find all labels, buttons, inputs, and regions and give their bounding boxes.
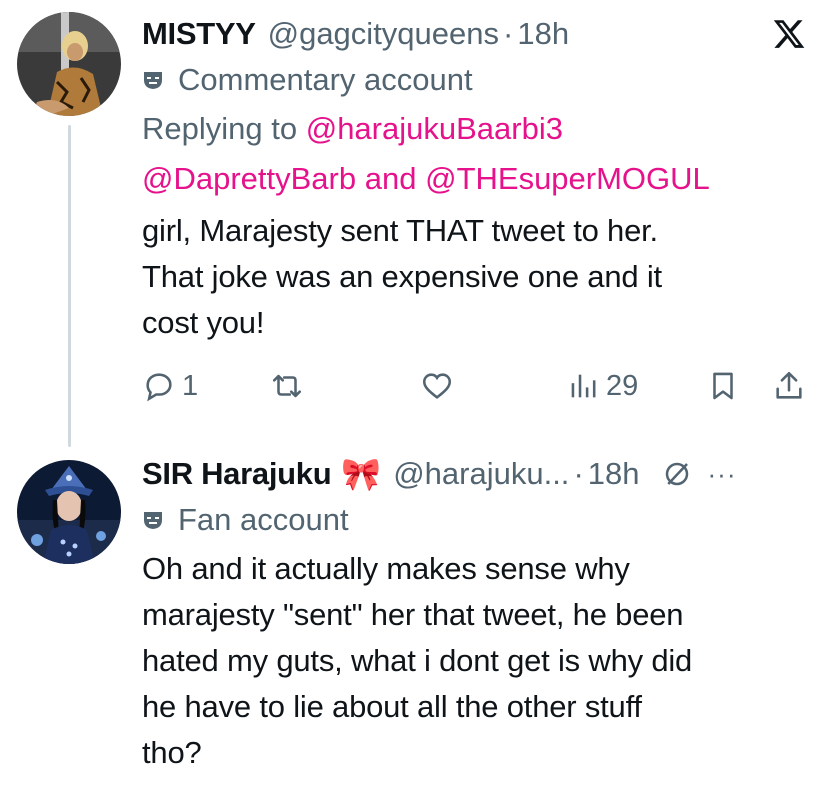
commentary-mask-icon [144,72,162,89]
avatar-mistyy[interactable] [17,12,121,116]
avatar-image [17,460,121,564]
tweet-text: girl, Marajesty sent THAT tweet to her. … [142,208,810,346]
account-label[interactable]: Fan account [142,498,810,542]
bookmark-icon [713,372,733,400]
tweet-mistyy[interactable]: MISTYY @gagcityqueens · 18h Commentary a… [142,12,810,402]
share-icon [776,371,802,399]
tweet-sir-harajuku[interactable]: SIR Harajuku 🎀 @harajuku... · 18h ··· Fa… [142,452,810,776]
tweet-text: Oh and it actually makes sense why maraj… [142,546,810,776]
like-button[interactable] [420,366,454,406]
user-handle[interactable]: @harajuku... [393,456,569,492]
mention-and[interactable]: and [365,161,417,196]
separator-dot: · [573,456,584,491]
views-button[interactable]: 29 [566,366,638,406]
thread-line [68,125,71,447]
account-label-text: Fan account [178,502,349,537]
tweet-text-line: girl, Marajesty sent THAT tweet to her. [142,213,658,248]
tweet-text-line: Oh and it actually makes sense why [142,551,630,586]
avatar-sir-harajuku[interactable] [17,460,121,564]
share-button[interactable] [772,366,806,406]
user-handle[interactable]: @gagcityqueens [268,16,499,52]
replying-to: Replying to @harajukuBaarbi3 @DaprettyBa… [142,104,810,204]
tweet-text-line: tho? [142,735,202,770]
timestamp[interactable]: 18h [517,16,569,52]
timestamp[interactable]: 18h [588,456,640,492]
tweet-text-line: That joke was an expensive one and it [142,259,662,294]
separator-dot: · [503,16,514,51]
like-icon [422,373,452,399]
more-icon[interactable]: ··· [708,459,737,490]
replying-prefix: Replying to [142,111,298,146]
account-label-text: Commentary account [178,62,473,97]
reply-button[interactable]: 1 [142,366,198,406]
mention-link[interactable]: @DaprettyBarb [142,161,356,196]
display-name[interactable]: SIR Harajuku [142,456,332,492]
reply-icon [146,373,172,402]
views-count: 29 [606,369,639,402]
tweet-header: MISTYY @gagcityqueens · 18h [142,12,810,56]
tweet-text-line: hated my guts, what i dont get is why di… [142,643,693,678]
tweet-text-line: cost you! [142,305,265,340]
tweet-header: SIR Harajuku 🎀 @harajuku... · 18h ··· [142,452,810,496]
account-label[interactable]: Commentary account [142,58,810,102]
display-name[interactable]: MISTYY [142,16,256,52]
fan-mask-icon [144,512,162,529]
not-interested-icon[interactable] [662,459,692,489]
retweet-icon [272,374,302,398]
retweet-button[interactable] [270,366,304,406]
reply-count: 1 [182,369,199,402]
mention-link[interactable]: @harajukuBaarbi3 [306,111,563,146]
tweet-text-line: he have to lie about all the other stuff [142,689,642,724]
action-bar: 1 29 [142,366,810,406]
x-logo-icon [773,20,805,48]
ribbon-emoji: 🎀 [341,456,382,492]
bookmark-button[interactable] [706,366,740,406]
views-icon [571,374,596,398]
avatar-image [17,12,121,116]
tweet-text-line: marajesty "sent" her that tweet, he been [142,597,684,632]
mention-link[interactable]: @THEsuperMOGUL [425,161,710,196]
